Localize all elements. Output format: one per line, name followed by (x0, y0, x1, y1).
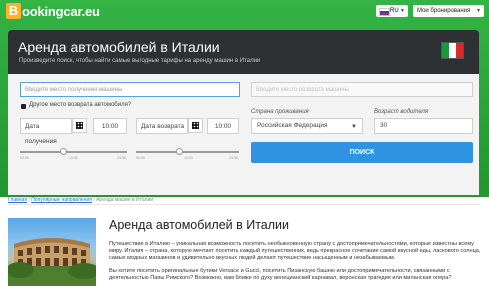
search-button[interactable]: ПОИСК (251, 142, 473, 163)
return-date-input[interactable]: Дата возврата (136, 118, 188, 134)
return-slider-handle[interactable] (176, 148, 183, 155)
russia-flag-icon (379, 8, 390, 16)
divider (8, 204, 481, 205)
slider-tick: 23:59 (117, 156, 126, 160)
slider-tick: 00:00 (136, 156, 145, 160)
logo-text: ookingcar.eu (22, 3, 100, 19)
article-paragraph-1: Путешествие в Италию – уникальная возмож… (109, 241, 481, 261)
logo-mark: B (6, 3, 21, 19)
driver-age-input[interactable]: 30 (374, 118, 473, 134)
logo[interactable]: B ookingcar.eu (6, 2, 100, 20)
slider-tick: 12:00 (69, 156, 78, 160)
my-bookings-dropdown[interactable]: Мои бронирования ▼ (413, 5, 484, 17)
chevron-down-icon: ▼ (476, 8, 481, 14)
chevron-down-icon: ▼ (351, 124, 357, 130)
breadcrumb: Главная / Популярные направления / Аренд… (8, 197, 153, 203)
pickup-time-slider[interactable] (20, 151, 127, 153)
pickup-time-input[interactable]: 10:00 (93, 118, 127, 134)
breadcrumb-current: Аренда машин в Италии (96, 197, 154, 203)
pickup-date-input[interactable]: Дата получения (20, 118, 72, 145)
calendar-icon[interactable] (188, 118, 203, 133)
calendar-icon[interactable] (72, 118, 87, 133)
country-label: Страна проживания (251, 109, 309, 115)
pickup-slider-handle[interactable] (60, 148, 67, 155)
my-bookings-label: Мои бронирования (417, 8, 471, 14)
chevron-down-icon: ▼ (400, 8, 405, 14)
pickup-location-input[interactable]: Введите место получения машины (20, 82, 240, 97)
slider-tick: 23:59 (229, 156, 238, 160)
slider-tick: 00:00 (20, 156, 29, 160)
dropoff-location-input[interactable]: Введите место возврата машины (251, 82, 473, 97)
hero-subtitle: Произведите поиск, чтобы найти самые выг… (19, 58, 261, 64)
return-time-input[interactable]: 10:00 (207, 118, 239, 134)
colosseum-image (8, 218, 96, 286)
hero-title: Аренда автомобилей в Италии (18, 39, 220, 55)
language-code: RU (390, 8, 399, 14)
italy-flag-icon (441, 42, 464, 59)
country-value: Российская Федерация (257, 122, 328, 129)
article-title: Аренда автомобилей в Италии (109, 218, 289, 232)
slider-tick: 12:00 (184, 156, 193, 160)
breadcrumb-home[interactable]: Главная (8, 197, 27, 203)
age-label: Возраст водителя (374, 109, 429, 115)
language-selector[interactable]: RU ▼ (376, 5, 408, 17)
breadcrumb-popular[interactable]: Популярные направления (31, 197, 92, 203)
article-paragraph-2: Вы хотите посетить оригинальные бутики V… (109, 268, 452, 281)
other-return-checkbox[interactable] (21, 104, 26, 109)
return-time-slider[interactable] (136, 151, 239, 153)
country-select[interactable]: Российская Федерация ▼ (251, 118, 363, 134)
other-return-label: Другое место возврата автомобиля? (29, 102, 132, 108)
